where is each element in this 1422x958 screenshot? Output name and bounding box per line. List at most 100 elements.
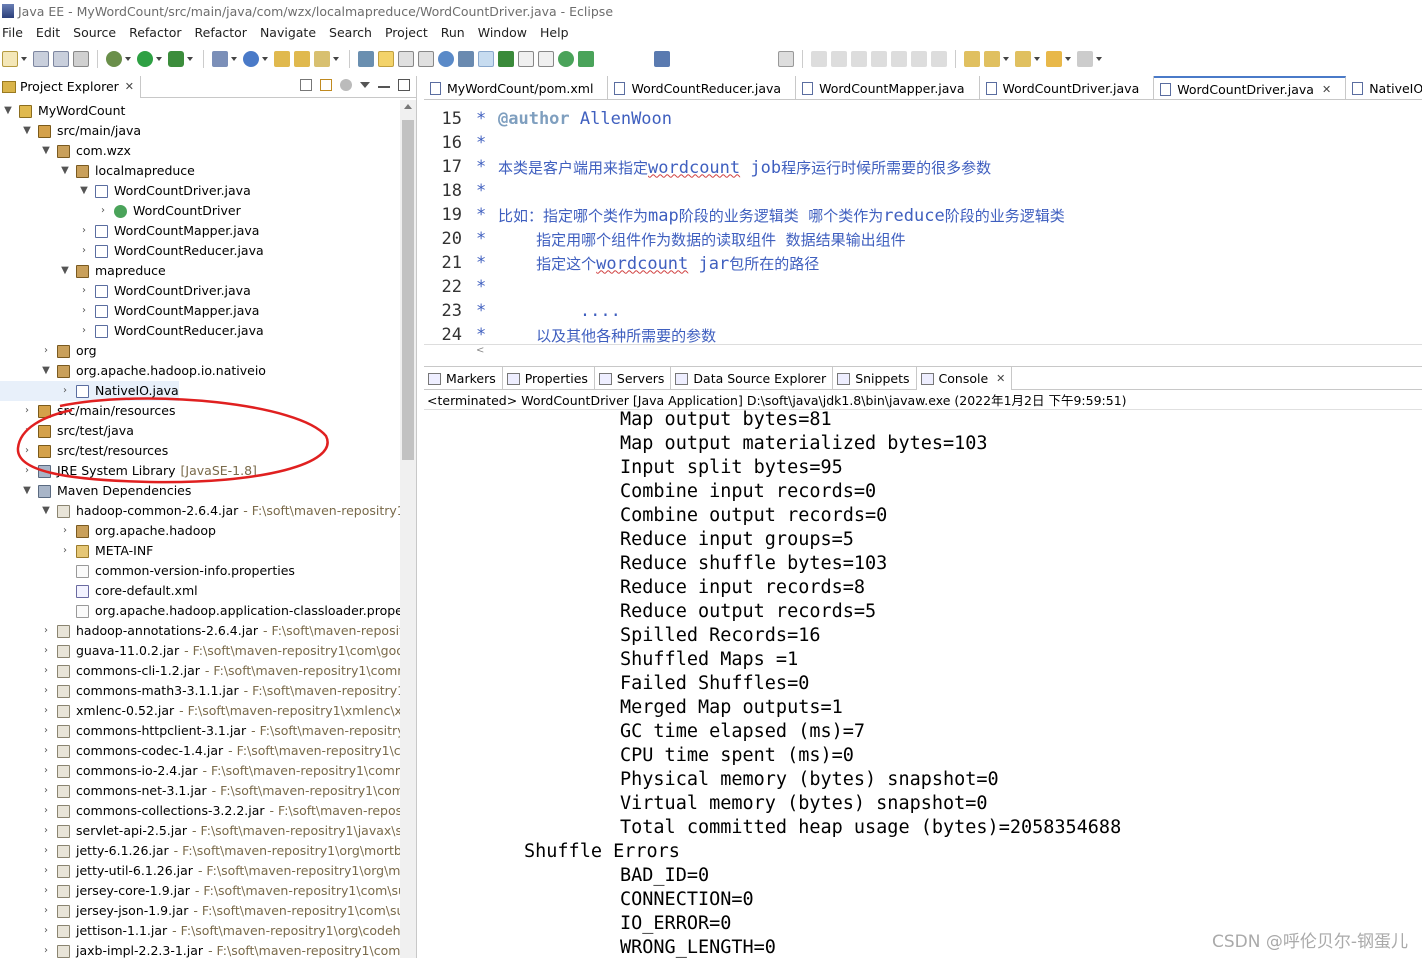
- collapse-arrow-icon[interactable]: ›: [41, 821, 51, 841]
- tree-item[interactable]: › WordCountMapper.java: [0, 301, 259, 321]
- collapse-arrow-icon[interactable]: ›: [41, 701, 51, 721]
- tree-item[interactable]: › commons-math3-3.1.1.jar - F:\soft\maven-…: [0, 681, 400, 701]
- collapse-arrow-icon[interactable]: ›: [41, 761, 51, 781]
- open-folder-icon[interactable]: [294, 51, 310, 67]
- last-edit-dropdown-arrow-icon[interactable]: [1034, 57, 1040, 61]
- console-tab[interactable]: Servers: [595, 367, 672, 390]
- menu-window[interactable]: Window: [472, 25, 534, 40]
- close-icon[interactable]: ✕: [1322, 83, 1331, 96]
- menu-source[interactable]: Source: [67, 25, 123, 40]
- collapse-arrow-icon[interactable]: ›: [60, 521, 70, 541]
- open-type-icon[interactable]: [274, 51, 290, 67]
- back-icon[interactable]: [1046, 51, 1062, 67]
- collapse-arrow-icon[interactable]: ›: [41, 801, 51, 821]
- tree-item[interactable]: › xmlenc-0.52.jar - F:\soft\maven-repositr…: [0, 701, 400, 721]
- scroll-left-arrow-icon[interactable]: <: [476, 345, 484, 356]
- expand-arrow-icon[interactable]: ▼: [22, 121, 32, 141]
- run-dropdown-arrow-icon[interactable]: [156, 57, 162, 61]
- menu-run[interactable]: Run: [435, 25, 472, 40]
- forward-dropdown-arrow-icon[interactable]: [1096, 57, 1102, 61]
- link-with-editor-icon[interactable]: [320, 79, 332, 91]
- expand-arrow-icon[interactable]: ▼: [60, 261, 70, 281]
- collapse-all-icon[interactable]: [300, 79, 312, 91]
- outline-icon[interactable]: [498, 51, 514, 67]
- maximize-icon[interactable]: [398, 79, 410, 91]
- collapse-arrow-icon[interactable]: ›: [41, 941, 51, 958]
- team-icon[interactable]: [578, 51, 594, 67]
- globe-icon[interactable]: [558, 51, 574, 67]
- tree-item[interactable]: › org.apache.hadoop: [0, 521, 216, 541]
- tree-item[interactable]: › WordCountDriver: [0, 201, 241, 221]
- tree-item[interactable]: › org: [0, 341, 97, 361]
- format-icon[interactable]: [518, 51, 534, 67]
- new-server-icon[interactable]: [212, 51, 228, 67]
- filters-icon[interactable]: [340, 79, 352, 91]
- collapse-arrow-icon[interactable]: ›: [41, 921, 51, 941]
- collapse-arrow-icon[interactable]: ›: [22, 441, 32, 461]
- word-wrap-icon[interactable]: [538, 51, 554, 67]
- collapse-arrow-icon[interactable]: ›: [41, 721, 51, 741]
- forward-icon[interactable]: [1077, 51, 1093, 67]
- show-whitespace-icon[interactable]: [398, 51, 414, 67]
- print-icon[interactable]: [73, 51, 89, 67]
- tab-project-explorer[interactable]: Project Explorer ✕: [0, 75, 142, 98]
- expand-arrow-icon[interactable]: ▼: [60, 161, 70, 181]
- console-tab[interactable]: Snippets: [833, 367, 917, 390]
- next-annotation-icon[interactable]: [964, 51, 980, 67]
- expand-arrow-icon[interactable]: ▼: [3, 101, 13, 121]
- menu-file[interactable]: File: [0, 25, 30, 40]
- collapse-arrow-icon[interactable]: ›: [79, 221, 89, 241]
- tree-item[interactable]: › WordCountMapper.java: [0, 221, 259, 241]
- pin-editor-icon[interactable]: [478, 51, 494, 67]
- menu-help[interactable]: Help: [534, 25, 576, 40]
- collapse-arrow-icon[interactable]: ›: [22, 401, 32, 421]
- expand-arrow-icon[interactable]: ▼: [41, 361, 51, 381]
- collapse-arrow-icon[interactable]: ›: [41, 681, 51, 701]
- tree-item[interactable]: › jetty-util-6.1.26.jar - F:\soft\maven-re…: [0, 861, 400, 881]
- block-selection-icon[interactable]: [418, 51, 434, 67]
- collapse-arrow-icon[interactable]: ›: [22, 421, 32, 441]
- search-dropdown-arrow-icon[interactable]: [333, 57, 339, 61]
- editor-tab[interactable]: WordCountReducer.java: [608, 76, 797, 99]
- debug-icon[interactable]: [106, 51, 122, 67]
- tree-item[interactable]: › commons-cli-1.2.jar - F:\soft\maven-repo…: [0, 661, 400, 681]
- console-tab[interactable]: Data Source Explorer: [671, 367, 834, 390]
- tree-item[interactable]: › servlet-api-2.5.jar - F:\soft\maven-repo…: [0, 821, 400, 841]
- collapse-arrow-icon[interactable]: ›: [41, 741, 51, 761]
- expand-arrow-icon[interactable]: ▼: [41, 501, 51, 521]
- skip-breakpoints-icon[interactable]: [778, 51, 794, 67]
- tree-item[interactable]: › jettison-1.1.jar - F:\soft\maven-reposit…: [0, 921, 400, 941]
- tree-item[interactable]: › commons-io-2.4.jar - F:\soft\maven-repos…: [0, 761, 400, 781]
- tree-item[interactable]: › META-INF: [0, 541, 153, 561]
- maximize-view-icon[interactable]: [654, 51, 670, 67]
- console-tab[interactable]: Console ✕: [916, 367, 1013, 390]
- save-all-icon[interactable]: [53, 51, 69, 67]
- collapse-arrow-icon[interactable]: ›: [41, 341, 51, 361]
- tree-item[interactable]: › WordCountReducer.java: [0, 321, 264, 341]
- resume-icon[interactable]: [811, 51, 827, 67]
- tree-item[interactable]: › WordCountReducer.java: [0, 241, 264, 261]
- tree-item[interactable]: › src/main/resources: [0, 401, 175, 421]
- collapse-arrow-icon[interactable]: ›: [79, 241, 89, 261]
- scroll-up-arrow-icon[interactable]: [404, 104, 412, 109]
- tree-item[interactable]: › NativeIO.java: [0, 381, 179, 401]
- tree-item[interactable]: › jaxb-impl-2.2.3-1.jar - F:\soft\maven-re…: [0, 941, 400, 958]
- collapse-arrow-icon[interactable]: ›: [41, 881, 51, 901]
- collapse-arrow-icon[interactable]: ›: [22, 461, 32, 481]
- menu-navigate[interactable]: Navigate: [254, 25, 323, 40]
- tree-item[interactable]: ▼ com.wzx: [0, 141, 131, 161]
- collapse-arrow-icon[interactable]: ›: [41, 781, 51, 801]
- code-editor[interactable]: 15 * @author AllenWoon 16 * 17 * 本类是客户端用来指定word…: [424, 100, 1422, 344]
- collapse-arrow-icon[interactable]: ›: [79, 281, 89, 301]
- server-dropdown-arrow-icon[interactable]: [231, 57, 237, 61]
- toggle-mark-occurrences-icon[interactable]: [378, 51, 394, 67]
- collapse-arrow-icon[interactable]: ›: [79, 321, 89, 341]
- tree-item[interactable]: ▼ mapreduce: [0, 261, 166, 281]
- java-perspective-icon[interactable]: [458, 51, 474, 67]
- tree-item[interactable]: ▼ hadoop-common-2.6.4.jar - F:\soft\maven-…: [0, 501, 400, 521]
- expand-arrow-icon[interactable]: ▼: [79, 181, 89, 201]
- tree-item[interactable]: › commons-httpclient-3.1.jar - F:\soft\mav…: [0, 721, 400, 741]
- view-menu-icon[interactable]: [360, 82, 370, 88]
- menu-refactor-2[interactable]: Refactor: [189, 25, 254, 40]
- class-dropdown-arrow-icon[interactable]: [262, 57, 268, 61]
